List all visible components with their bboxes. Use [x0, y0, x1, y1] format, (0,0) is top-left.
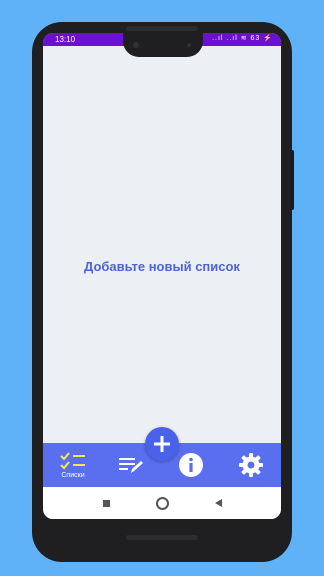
- nav-item-lists[interactable]: Списки: [49, 443, 97, 487]
- recents-button[interactable]: [102, 499, 110, 507]
- camera-icon: [133, 42, 139, 48]
- info-icon: [179, 453, 203, 477]
- phone-side-button: [290, 150, 294, 210]
- status-time: 13:10: [55, 35, 76, 44]
- back-button[interactable]: [214, 499, 222, 507]
- gear-icon: [239, 453, 263, 477]
- edit-list-icon: [119, 458, 143, 473]
- phone-top-speaker: [126, 26, 198, 31]
- home-button[interactable]: [155, 496, 169, 510]
- sensor-icon: [187, 43, 191, 47]
- add-list-button[interactable]: [145, 427, 179, 461]
- plus-icon: [154, 436, 170, 452]
- nav-item-lists-label: Списки: [61, 472, 85, 479]
- checklist-icon: [60, 452, 85, 470]
- camera-notch: [123, 33, 203, 57]
- system-navigation-bar: [43, 487, 281, 519]
- app-screen: 13:10 ..ıl ..ıl ≋ 63 ⚡ Добавьте новый сп…: [43, 33, 281, 519]
- status-icons: ..ıl ..ıl ≋ 63 ⚡: [212, 35, 273, 42]
- empty-list-message: Добавьте новый список: [84, 259, 240, 274]
- nav-item-settings[interactable]: [227, 443, 275, 487]
- phone-bottom-speaker: [126, 535, 198, 540]
